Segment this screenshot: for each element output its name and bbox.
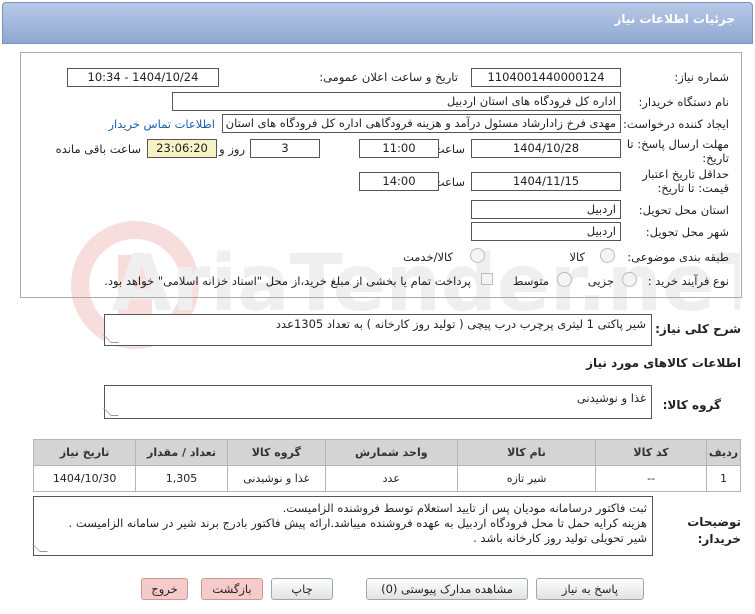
treasury-checkbox[interactable] <box>481 273 493 285</box>
cell-row-number: 1 <box>705 465 742 492</box>
general-desc-label: شرح کلی نیاز: <box>655 322 741 336</box>
goods-table: ردیف کد کالا نام کالا واحد شمارش گروه کا… <box>32 439 742 492</box>
category-radio-goods-service[interactable] <box>470 248 485 263</box>
goods-group-text: غذا و نوشیدنی <box>576 391 646 405</box>
reply-button[interactable]: پاسخ به نیاز <box>536 578 644 600</box>
col-header-name: نام کالا <box>456 439 597 466</box>
print-button[interactable]: چاپ <box>271 578 333 600</box>
buyer-notes-label: توضیحات خریدار: <box>687 515 741 546</box>
goods-group-label: گروه کالا: <box>662 398 721 412</box>
city-field: اردبیل <box>471 222 621 241</box>
back-button[interactable]: بازگشت <box>201 578 263 600</box>
category-option-goods-service: کالا/خدمت <box>402 250 453 264</box>
cell-code: -- <box>595 465 707 492</box>
creator-label: ایجاد کننده درخواست: <box>623 117 729 131</box>
validity-label: حداقل تاریخ اعتبار قیمت: تا تاریخ: <box>642 167 729 195</box>
process-radio-partial[interactable] <box>622 272 637 287</box>
province-field: اردبیل <box>471 200 621 219</box>
cell-need-date: 1404/10/30 <box>32 465 137 492</box>
process-option-medium: متوسط <box>512 274 549 288</box>
category-option-goods: کالا <box>569 250 585 264</box>
announce-field: 1404/10/24 - 10:34 <box>67 68 219 87</box>
cell-quantity: 1,305 <box>135 465 228 492</box>
table-row: 1 -- شیر تازه عدد غذا و نوشیدنی 1,305 14… <box>32 465 742 492</box>
announce-label: تاریخ و ساعت اعلان عمومی: <box>319 70 458 84</box>
validity-time-field: 14:00 <box>359 172 439 191</box>
col-header-row-number: ردیف <box>705 439 742 466</box>
category-radio-goods[interactable] <box>600 248 615 263</box>
category-label: طبقه بندی موضوعی: <box>627 250 729 264</box>
buyer-note-line: هزینه کرایه حمل تا محل فرودگاه اردبیل به… <box>68 516 647 530</box>
validity-date-field: 1404/11/15 <box>471 172 621 191</box>
reply-date-field: 1404/10/28 <box>471 139 621 158</box>
need-number-label: شماره نیاز: <box>674 70 729 84</box>
reply-time-field: 11:00 <box>359 139 439 158</box>
col-header-need-date: تاریخ نیاز <box>32 439 137 466</box>
city-label: شهر محل تحویل: <box>645 225 729 239</box>
province-label: استان محل تحویل: <box>638 203 729 217</box>
exit-button[interactable]: خروج <box>141 578 188 600</box>
days-label: روز و <box>219 142 245 156</box>
view-docs-button[interactable]: مشاهده مدارک پیوستی (0) <box>366 578 528 600</box>
col-header-code: کد کالا <box>595 439 707 466</box>
general-desc-text: شیر پاکتی 1 لیتری پرچرب درب پیچی ( تولید… <box>275 317 646 331</box>
col-header-unit: واحد شمارش <box>324 439 458 466</box>
remaining-label: ساعت باقی مانده <box>55 142 141 156</box>
process-label: نوع فرآیند خرید : <box>647 274 729 288</box>
buyer-notes-field: ثبت فاکتور درسامانه مودیان پس از تایید ا… <box>33 496 653 556</box>
buyer-note-line: شیر تحویلی تولید روز کارخانه باشد . <box>473 531 647 545</box>
cell-name: شیر تازه <box>456 465 597 492</box>
reply-deadline-label: مهلت ارسال پاسخ: تا تاریخ: <box>626 137 729 165</box>
col-header-quantity: تعداد / مقدار <box>135 439 228 466</box>
page-title: جزئیات اطلاعات نیاز <box>614 12 735 26</box>
goods-info-title: اطلاعات کالاهای مورد نیاز <box>586 356 741 370</box>
goods-group-field: غذا و نوشیدنی <box>104 385 652 419</box>
table-header-row: ردیف کد کالا نام کالا واحد شمارش گروه کا… <box>32 439 742 466</box>
buyer-org-field: اداره کل فرودگاه های استان اردبیل <box>172 92 621 111</box>
general-desc-field: شیر پاکتی 1 لیتری پرچرب درب پیچی ( تولید… <box>104 314 652 346</box>
process-option-partial: جزیی <box>587 274 614 288</box>
cell-unit: عدد <box>324 465 458 492</box>
creator-field: مهدی فرخ زادارشاد مسئول درآمد و هزینه فر… <box>222 114 621 133</box>
days-field: 3 <box>250 139 320 158</box>
need-number-field: 1104001440000124 <box>471 68 621 87</box>
contact-info-link[interactable]: اطلاعات تماس خریدار <box>108 117 215 131</box>
payment-note: پرداخت تمام یا بخشی از مبلغ خرید،از محل … <box>104 274 471 288</box>
col-header-group: گروه کالا <box>226 439 326 466</box>
buyer-note-line: ثبت فاکتور درسامانه مودیان پس از تایید ا… <box>282 501 647 515</box>
cell-group: غذا و نوشیدنی <box>226 465 326 492</box>
process-radio-medium[interactable] <box>557 272 572 287</box>
remaining-time-field: 23:06:20 <box>147 139 217 158</box>
buyer-org-label: نام دستگاه خریدار: <box>638 95 729 109</box>
